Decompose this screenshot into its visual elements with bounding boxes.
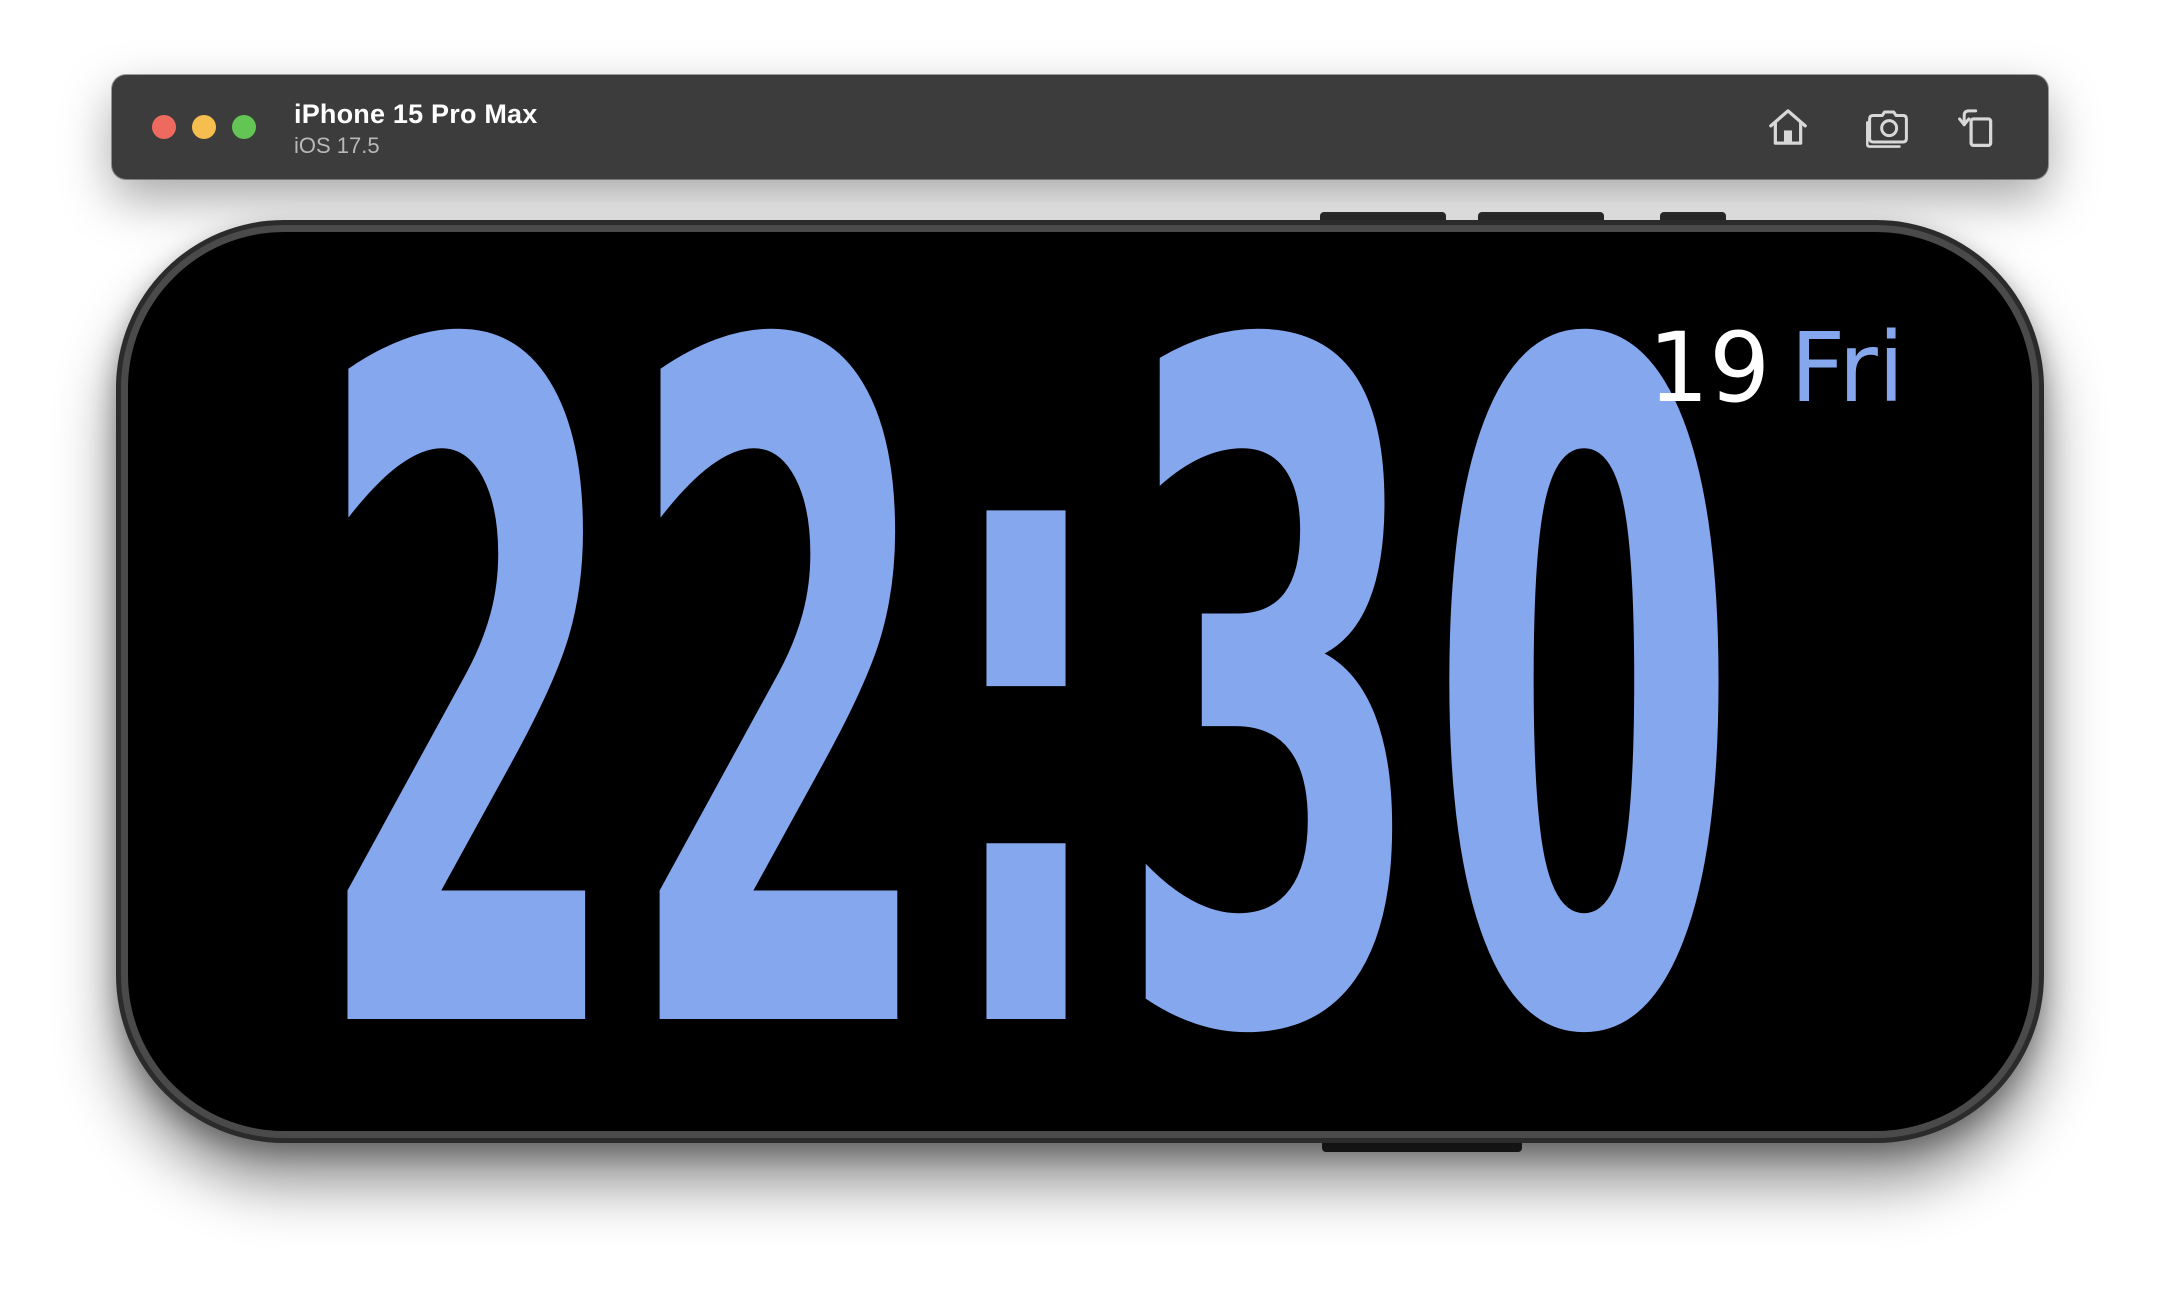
close-button[interactable] [152,115,176,139]
iphone-device-frame: 22:30 19 Fri [116,220,2044,1143]
home-button[interactable] [1762,101,1814,153]
rotate-button[interactable] [1952,101,2004,153]
rotate-icon [1958,109,1993,148]
clock-time: 22:30 [312,232,1740,1131]
date-weekday: Fri [1790,312,1905,424]
zoom-button[interactable] [232,115,256,139]
standby-screen[interactable]: 22:30 19 Fri [128,232,2032,1131]
simulator-stage: iPhone 15 Pro Max iOS 17.5 22:30 19 Fri [0,0,2160,1316]
screenshot-button[interactable] [1862,101,1914,153]
date-day: 19 [1648,312,1771,424]
home-icon [1769,109,1807,145]
date-display: 19 Fri [1648,320,1905,416]
os-version: iOS 17.5 [294,133,380,158]
camera-icon [1866,110,1908,148]
simulator-title-bar[interactable]: iPhone 15 Pro Max iOS 17.5 [112,75,2048,179]
device-name: iPhone 15 Pro Max [294,99,538,129]
window-controls [152,115,256,139]
minimize-button[interactable] [192,115,216,139]
